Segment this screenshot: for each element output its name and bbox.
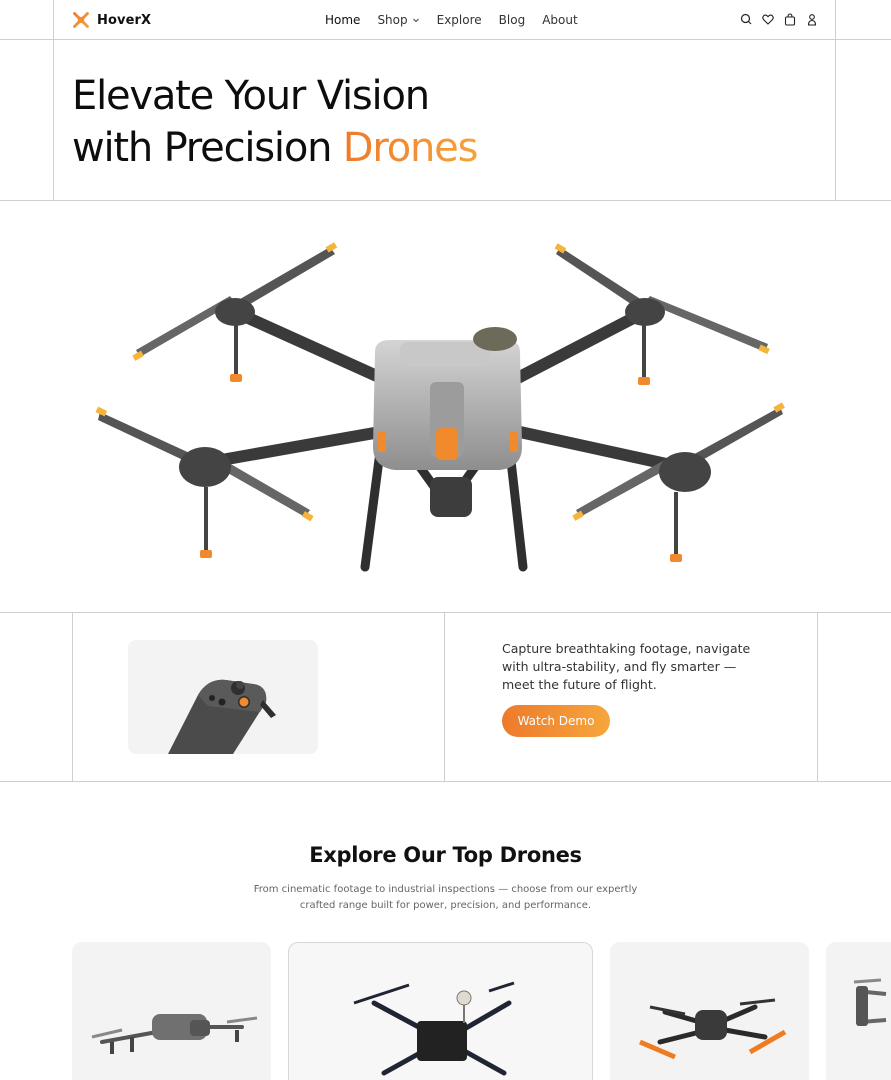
logo-x-icon [73, 12, 89, 28]
band-line-2 [444, 612, 445, 782]
nav-blog-label: Blog [498, 13, 526, 27]
drone-card-image [91, 1014, 258, 1054]
hero-title: Elevate Your Vision with Precision Drone… [72, 70, 479, 174]
watch-demo-button[interactable]: Watch Demo [502, 705, 610, 737]
nav-home[interactable]: Home [325, 13, 360, 27]
controller-image-card [128, 640, 318, 754]
heart-icon[interactable] [762, 13, 774, 26]
site-header: HoverX Home Shop Explore Blog About [0, 0, 891, 40]
header-actions [740, 13, 818, 26]
drone-card-image [639, 998, 787, 1060]
nav-shop-label: Shop [377, 13, 408, 27]
search-icon[interactable] [740, 13, 752, 26]
bag-icon[interactable] [784, 13, 796, 26]
hero-drone-image [95, 242, 785, 572]
nav-about-label: About [542, 13, 578, 27]
drone-card-featured[interactable] [288, 942, 593, 1080]
band-line-3 [817, 612, 818, 782]
user-icon[interactable] [806, 13, 818, 26]
band-top-divider [0, 612, 891, 613]
band-bottom-divider [0, 781, 891, 782]
drone-card-image [853, 978, 887, 1026]
brand-name: HoverX [97, 12, 152, 28]
nav-explore-label: Explore [436, 13, 482, 27]
hero-title-accent: Drones [342, 125, 479, 171]
nav-blog[interactable]: Blog [499, 13, 526, 27]
brand-logo[interactable]: HoverX [72, 11, 151, 29]
explore-title: Explore Our Top Drones [309, 843, 582, 867]
nav-shop[interactable]: Shop [377, 13, 419, 27]
nav-home-label: Home [325, 13, 361, 27]
promo-tagline: Capture breathtaking footage, navigate w… [502, 641, 751, 692]
chevron-down-icon [412, 18, 419, 23]
explore-subtitle: From cinematic footage to industrial ins… [253, 884, 638, 911]
nav-explore[interactable]: Explore [437, 13, 482, 27]
hero-title-line1: Elevate Your Vision [72, 73, 430, 119]
hero-title-line2: with Precision [72, 125, 343, 171]
main-nav: Home Shop Explore Blog About [325, 13, 578, 27]
nav-about[interactable]: About [542, 13, 577, 27]
drone-card[interactable] [826, 942, 891, 1080]
drone-card[interactable] [72, 942, 271, 1080]
band-line-1 [72, 612, 73, 782]
drone-card[interactable] [610, 942, 809, 1080]
controller-image [168, 679, 276, 754]
hero-divider [0, 200, 891, 201]
drone-card-featured-image [353, 981, 515, 1076]
